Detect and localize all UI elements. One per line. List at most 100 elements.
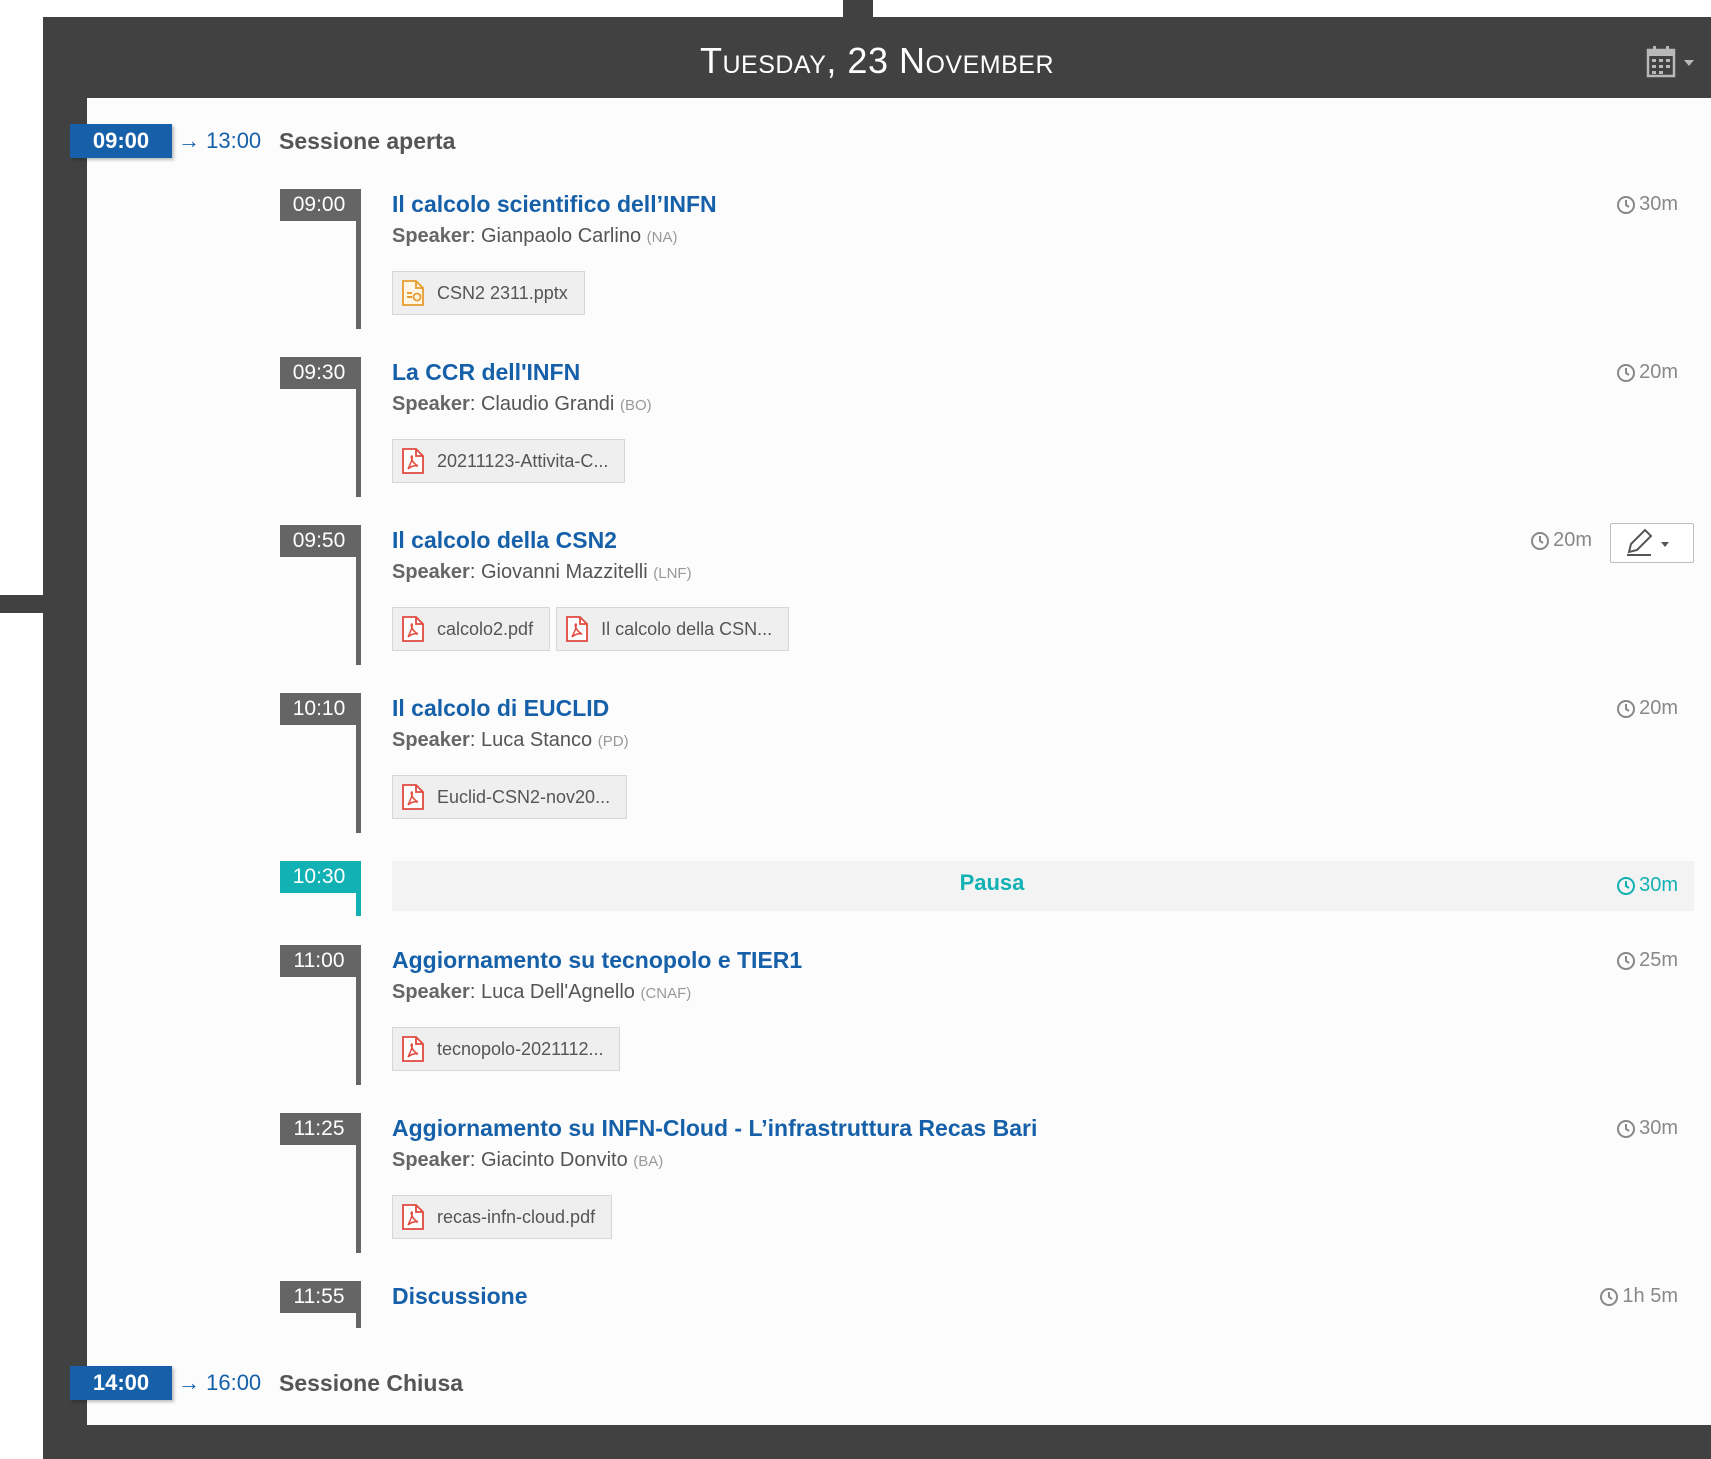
speaker-name: Luca Dell'Agnello	[480, 981, 635, 1003]
break-duration: 30m	[1616, 874, 1678, 897]
attachment-name: CSN2 2311.pptx	[437, 282, 568, 303]
timetable-panel	[87, 98, 1711, 1425]
timeline-bar	[356, 357, 361, 497]
clock-icon	[1617, 951, 1636, 970]
session-end-time: → 16:00	[178, 1370, 262, 1395]
pptx-file-icon	[402, 280, 424, 306]
timeline-bar	[356, 693, 361, 833]
session-title[interactable]: Sessione aperta	[279, 124, 455, 158]
pdf-file-icon	[402, 1036, 424, 1062]
speaker-line: Speaker: Giovanni Mazzitelli (LNF)	[392, 561, 692, 583]
session-block[interactable]: 09:00 → 13:00 Sessione aperta	[70, 124, 770, 158]
pencil-icon	[1627, 528, 1669, 556]
speaker-affiliation: (LNF)	[653, 565, 692, 582]
contribution-title[interactable]: Aggiornamento su INFN-Cloud - L’infrastr…	[392, 1112, 1037, 1144]
session-title[interactable]: Sessione Chiusa	[279, 1366, 463, 1400]
contribution-title[interactable]: Il calcolo di EUCLID	[392, 692, 609, 724]
contribution-time: 09:50	[280, 525, 358, 557]
speaker-line: Speaker: Gianpaolo Carlino (NA)	[392, 225, 678, 247]
duration: 20m	[1616, 697, 1678, 720]
attachment-name: 20211123-Attivita-C...	[437, 450, 609, 471]
duration: 25m	[1616, 949, 1678, 972]
pdf-file-icon	[402, 616, 424, 642]
duration: 20m	[1616, 361, 1678, 384]
speaker-name: Giovanni Mazzitelli	[480, 561, 648, 583]
day-title: Tuesday, 23 November	[699, 40, 1054, 81]
attachment-name: recas-infn-cloud.pdf	[437, 1206, 596, 1227]
clock-icon	[1531, 531, 1550, 550]
contribution-time: 09:00	[280, 189, 358, 221]
contribution-title[interactable]: Discussione	[392, 1280, 528, 1312]
pdf-file-icon	[566, 616, 588, 642]
clock-icon	[1617, 876, 1636, 895]
clock-icon	[1617, 699, 1636, 718]
attachment-button[interactable]: Euclid-CSN2-nov20...	[392, 775, 628, 819]
speaker-name: Luca Stanco	[480, 729, 593, 751]
speaker-line: Speaker: Claudio Grandi (BO)	[392, 393, 652, 415]
clock-icon	[1617, 1119, 1636, 1138]
timeline-bar	[356, 1113, 361, 1253]
contribution-time: 11:25	[280, 1113, 358, 1145]
contribution-title[interactable]: Il calcolo della CSN2	[392, 524, 617, 556]
duration: 30m	[1616, 193, 1678, 216]
speaker-affiliation: (CNAF)	[640, 985, 692, 1002]
pdf-file-icon	[402, 1204, 424, 1230]
chevron-down-icon	[1684, 60, 1694, 66]
timeline-bar	[356, 189, 361, 329]
frame-notch-left	[0, 595, 43, 613]
break-title: Pausa	[959, 870, 1025, 895]
speaker-affiliation: (BA)	[633, 1153, 664, 1170]
attachment-name: Euclid-CSN2-nov20...	[437, 786, 611, 807]
clock-icon	[1600, 1287, 1619, 1306]
attachment-button[interactable]: calcolo2.pdf	[392, 607, 551, 651]
clock-icon	[1617, 195, 1636, 214]
contribution-title[interactable]: Aggiornamento su tecnopolo e TIER1	[392, 944, 802, 976]
duration: 20m	[1530, 529, 1592, 552]
speaker-affiliation: (BO)	[619, 397, 652, 414]
session-end-time: → 13:00	[178, 128, 262, 153]
timeline-bar	[356, 525, 361, 665]
attachment-button[interactable]: tecnopolo-2021112...	[392, 1027, 621, 1071]
contribution-time: 10:10	[280, 693, 358, 725]
pdf-file-icon	[402, 448, 424, 474]
contribution-time: 11:55	[280, 1281, 358, 1313]
clock-icon	[1617, 363, 1636, 382]
contribution-title[interactable]: La CCR dell'INFN	[392, 356, 580, 388]
attachments: calcolo2.pdf Il calcolo della CSN...	[392, 607, 790, 651]
attachments: tecnopolo-2021112...	[392, 1027, 621, 1071]
contribution-title[interactable]: Il calcolo scientifico dell’INFN	[392, 188, 717, 220]
chevron-down-icon	[1661, 542, 1669, 547]
session-block[interactable]: 14:00 → 16:00 Sessione Chiusa	[70, 1366, 770, 1400]
timeline-bar	[356, 945, 361, 1085]
speaker-affiliation: (PD)	[597, 733, 629, 750]
session-start-time: 14:00	[70, 1366, 172, 1400]
attachment-name: Il calcolo della CSN...	[601, 618, 773, 639]
attachment-name: tecnopolo-2021112...	[437, 1038, 604, 1059]
attachments: recas-infn-cloud.pdf	[392, 1195, 613, 1239]
timeline-bar	[356, 1281, 361, 1328]
speaker-name: Giacinto Donvito	[480, 1149, 628, 1171]
edit-menu-button[interactable]	[1610, 523, 1694, 563]
speaker-line: Speaker: Luca Stanco (PD)	[392, 729, 629, 751]
attachment-button[interactable]: Il calcolo della CSN...	[556, 607, 790, 651]
attachment-name: calcolo2.pdf	[437, 618, 534, 639]
attachment-button[interactable]: recas-infn-cloud.pdf	[392, 1195, 613, 1239]
duration: 30m	[1616, 1117, 1678, 1140]
calendar-icon	[1646, 46, 1694, 78]
calendar-button[interactable]	[1645, 44, 1695, 84]
attachments: CSN2 2311.pptx	[392, 271, 585, 315]
contribution-time: 09:30	[280, 357, 358, 389]
duration: 1h 5m	[1599, 1285, 1678, 1308]
speaker-line: Speaker: Luca Dell'Agnello (CNAF)	[392, 981, 692, 1003]
attachment-button[interactable]: 20211123-Attivita-C...	[392, 439, 626, 483]
attachments: 20211123-Attivita-C...	[392, 439, 626, 483]
speaker-affiliation: (NA)	[646, 229, 678, 246]
frame-notch-top	[843, 0, 873, 17]
speaker-name: Claudio Grandi	[480, 393, 615, 415]
pdf-file-icon	[402, 784, 424, 810]
speaker-line: Speaker: Giacinto Donvito (BA)	[392, 1149, 664, 1171]
attachment-button[interactable]: CSN2 2311.pptx	[392, 271, 585, 315]
break-bar[interactable]: Pausa 30m	[392, 861, 1694, 911]
attachments: Euclid-CSN2-nov20...	[392, 775, 628, 819]
break-time: 10:30	[280, 861, 358, 893]
